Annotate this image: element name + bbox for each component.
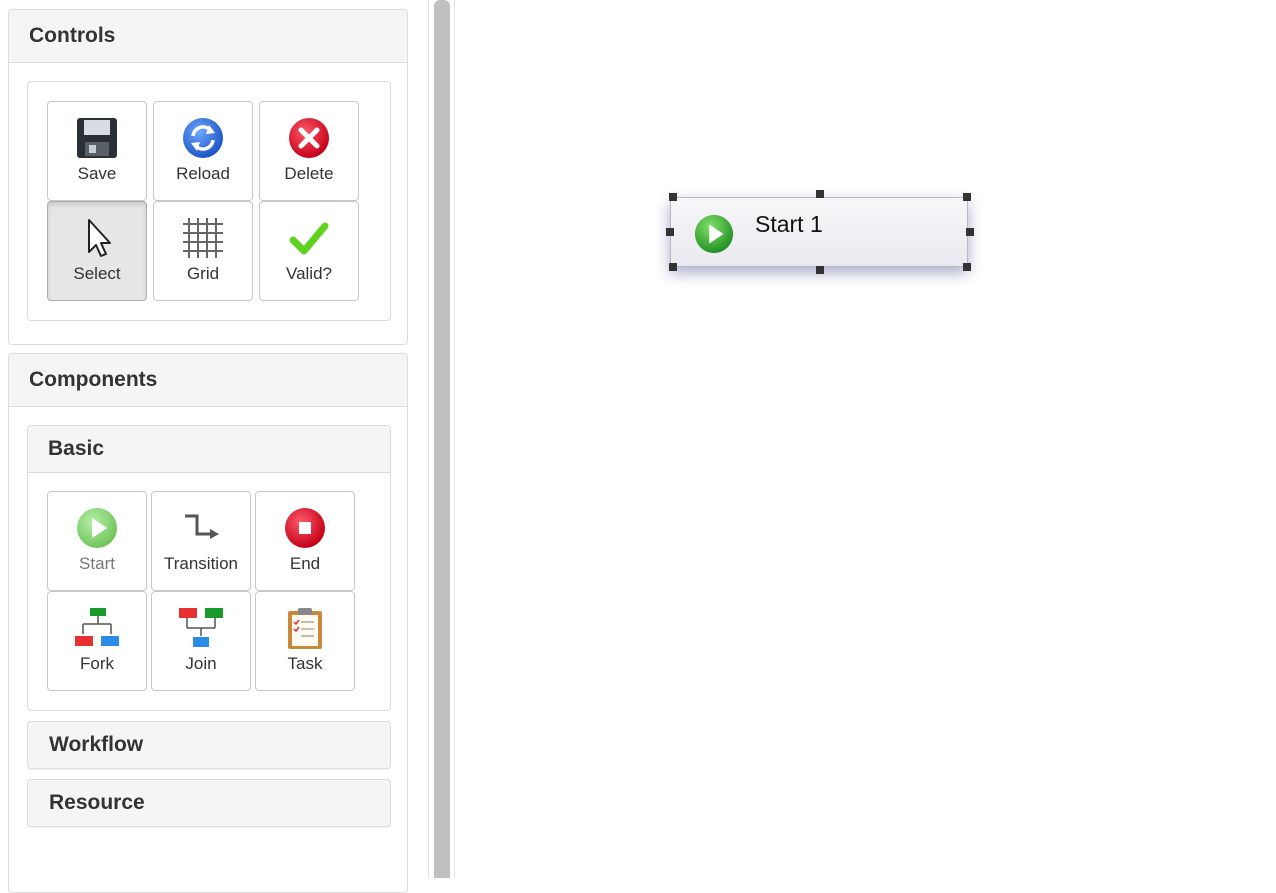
panel-splitter[interactable] xyxy=(428,0,456,878)
join-label: Join xyxy=(185,654,217,673)
join-icon xyxy=(179,608,223,647)
cursor-icon xyxy=(88,219,111,257)
play-icon xyxy=(694,214,734,254)
start-label: Start xyxy=(79,554,115,573)
resize-handle-w[interactable] xyxy=(666,228,674,236)
fork-label: Fork xyxy=(80,654,114,673)
basic-section-title[interactable]: Basic xyxy=(28,426,390,473)
select-label: Select xyxy=(73,264,121,283)
resize-handle-se[interactable] xyxy=(963,263,971,271)
transition-label: Transition xyxy=(163,554,238,573)
end-component[interactable]: End xyxy=(255,491,355,591)
reload-button[interactable]: Reload xyxy=(153,101,253,201)
grid-label: Grid xyxy=(186,264,220,283)
workflow-canvas[interactable]: Start 1 xyxy=(456,0,1276,878)
save-label: Save xyxy=(77,164,117,183)
transition-icon xyxy=(185,514,219,539)
controls-panel-title: Controls xyxy=(9,10,407,63)
resize-handle-nw[interactable] xyxy=(669,193,677,201)
checkmark-icon xyxy=(289,222,329,255)
select-button[interactable]: Select xyxy=(47,201,147,301)
save-icon xyxy=(77,118,117,158)
delete-label: Delete xyxy=(284,164,334,183)
components-panel-title: Components xyxy=(9,354,407,407)
components-panel: Components Basic Start Transition End Fo… xyxy=(8,353,408,893)
resize-handle-sw[interactable] xyxy=(669,263,677,271)
resize-handle-e[interactable] xyxy=(966,228,974,236)
reload-label: Reload xyxy=(176,164,230,183)
start-icon xyxy=(77,508,117,548)
workflow-section-header[interactable]: Workflow xyxy=(27,721,391,769)
resize-handle-n[interactable] xyxy=(816,190,824,198)
splitter-edge xyxy=(428,0,429,878)
end-icon xyxy=(285,508,325,548)
task-label: Task xyxy=(287,654,323,673)
delete-icon xyxy=(289,118,329,158)
controls-panel: Controls Save Reload Delete Select Grid … xyxy=(8,9,408,345)
resize-handle-s[interactable] xyxy=(816,266,824,274)
grid-button[interactable]: Grid xyxy=(153,201,253,301)
left-sidebar: Controls Save Reload Delete Select Grid … xyxy=(0,0,420,893)
start-node[interactable]: Start 1 xyxy=(670,197,968,267)
grid-icon xyxy=(183,218,223,258)
start-component[interactable]: Start xyxy=(47,491,147,591)
fork-component[interactable]: Fork xyxy=(47,591,147,691)
end-label: End xyxy=(289,554,321,573)
controls-toolbar: Save Reload Delete Select Grid Valid? xyxy=(27,81,391,321)
resource-section-header[interactable]: Resource xyxy=(27,779,391,827)
transition-component[interactable]: Transition xyxy=(151,491,251,591)
save-button[interactable]: Save xyxy=(47,101,147,201)
task-component[interactable]: Task xyxy=(255,591,355,691)
splitter-edge xyxy=(454,0,455,878)
basic-section: Basic Start Transition End Fork Join Tas… xyxy=(27,425,391,711)
task-icon xyxy=(288,608,322,649)
splitter-handle[interactable] xyxy=(434,0,450,878)
start-node-label: Start 1 xyxy=(755,211,823,237)
validate-label: Valid? xyxy=(286,264,332,283)
fork-icon xyxy=(75,608,119,646)
join-component[interactable]: Join xyxy=(151,591,251,691)
reload-icon xyxy=(183,118,223,158)
validate-button[interactable]: Valid? xyxy=(259,201,359,301)
resize-handle-ne[interactable] xyxy=(963,193,971,201)
delete-button[interactable]: Delete xyxy=(259,101,359,201)
